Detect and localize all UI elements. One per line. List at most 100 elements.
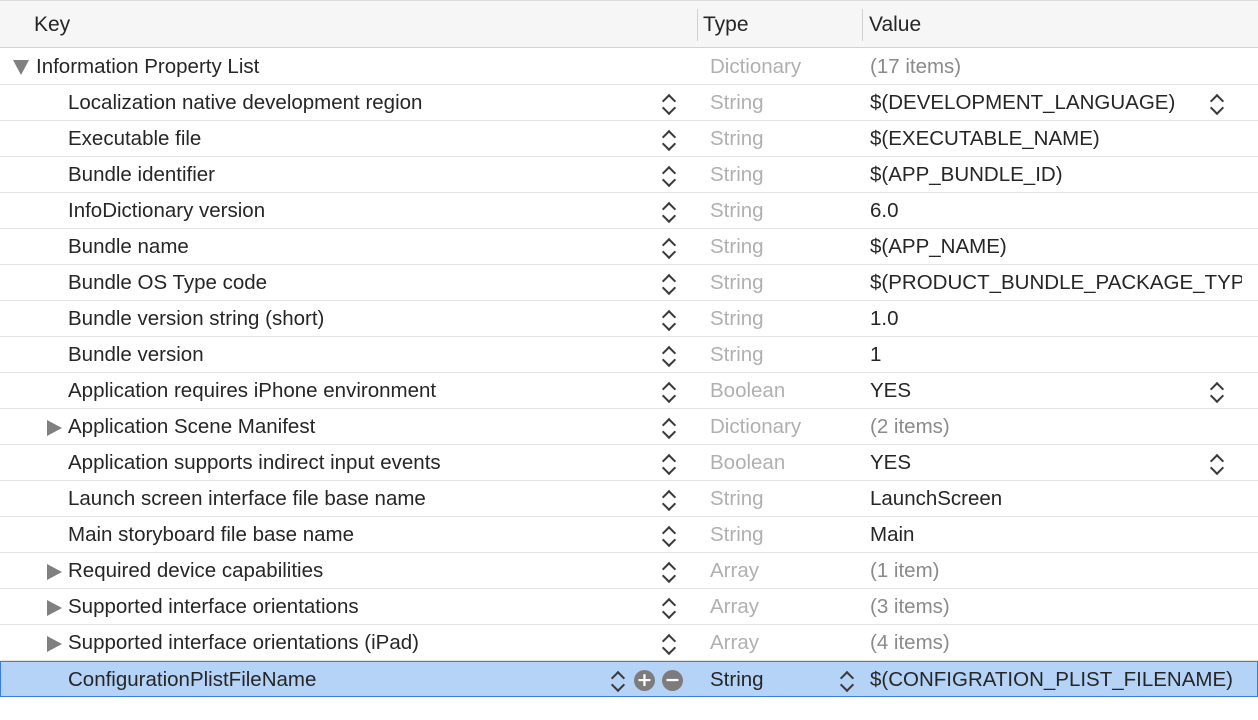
key-stepper-icon[interactable] <box>662 596 676 620</box>
key-stepper-icon[interactable] <box>662 200 676 224</box>
value-stepper-icon[interactable] <box>1210 452 1224 476</box>
row-value[interactable]: Main <box>870 517 1242 552</box>
key-stepper-icon[interactable] <box>662 380 676 404</box>
table-row[interactable]: InfoDictionary version String 6.0 <box>0 193 1258 229</box>
row-key: Supported interface orientations <box>68 595 359 618</box>
row-value: (4 items) <box>870 631 950 654</box>
row-type: String <box>710 271 764 294</box>
row-type: String <box>710 307 764 330</box>
table-row[interactable]: Supported interface orientations (iPad) … <box>0 625 1258 661</box>
header-type[interactable]: Type <box>703 1 749 48</box>
row-value[interactable]: $(APP_NAME) <box>870 229 1242 264</box>
disclosure-closed-icon[interactable] <box>47 564 62 580</box>
row-value[interactable]: $(PRODUCT_BUNDLE_PACKAGE_TYPE) <box>870 265 1242 300</box>
row-key: Main storyboard file base name <box>68 523 355 546</box>
row-value[interactable]: $(DEVELOPMENT_LANGUAGE) <box>870 85 1200 120</box>
table-row-selected[interactable]: ConfigurationPlistFileName + − String $(… <box>0 661 1258 697</box>
table-row[interactable]: Supported interface orientations Array (… <box>0 589 1258 625</box>
row-value: (17 items) <box>870 55 962 78</box>
key-stepper-icon[interactable] <box>662 524 676 548</box>
row-value[interactable]: $(EXECUTABLE_NAME) <box>870 121 1242 156</box>
key-stepper-icon[interactable] <box>662 236 676 260</box>
key-stepper-icon[interactable] <box>662 452 676 476</box>
row-key: Supported interface orientations (iPad) <box>68 631 419 654</box>
table-row[interactable]: Required device capabilities Array (1 it… <box>0 553 1258 589</box>
row-type: String <box>710 343 764 366</box>
table-row-root[interactable]: Information Property List Dictionary (17… <box>0 49 1258 85</box>
row-type: String <box>710 523 764 546</box>
key-stepper-icon[interactable] <box>662 272 676 296</box>
row-value: (3 items) <box>870 595 950 618</box>
row-value[interactable]: 6.0 <box>870 193 1242 228</box>
row-key: Bundle version string (short) <box>68 307 325 330</box>
row-key: Localization native development region <box>68 91 423 114</box>
column-header: Key Type Value <box>0 0 1258 48</box>
row-key: Application supports indirect input even… <box>68 451 441 474</box>
row-value[interactable]: $(CONFIGRATION_PLIST_FILENAME) <box>870 662 1244 697</box>
plist-rows: Information Property List Dictionary (17… <box>0 49 1258 697</box>
type-stepper-icon[interactable] <box>840 669 854 693</box>
row-key[interactable]: ConfigurationPlistFileName <box>68 662 316 697</box>
key-stepper-icon[interactable] <box>662 416 676 440</box>
table-row[interactable]: Application requires iPhone environment … <box>0 373 1258 409</box>
key-stepper-icon[interactable] <box>611 669 625 693</box>
key-stepper-icon[interactable] <box>662 488 676 512</box>
remove-row-button[interactable]: − <box>662 670 683 691</box>
row-value[interactable]: LaunchScreen <box>870 481 1242 516</box>
key-stepper-icon[interactable] <box>662 164 676 188</box>
row-value[interactable]: 1.0 <box>870 301 1242 336</box>
disclosure-closed-icon[interactable] <box>47 636 62 652</box>
row-type: String <box>710 91 764 114</box>
row-value[interactable]: $(APP_BUNDLE_ID) <box>870 157 1242 192</box>
row-type: Array <box>710 631 759 654</box>
column-divider[interactable] <box>862 9 863 41</box>
row-type: String <box>710 163 764 186</box>
key-stepper-icon[interactable] <box>662 92 676 116</box>
row-type: Boolean <box>710 379 786 402</box>
key-stepper-icon[interactable] <box>662 128 676 152</box>
value-stepper-icon[interactable] <box>1210 380 1224 404</box>
table-row[interactable]: Application Scene Manifest Dictionary (2… <box>0 409 1258 445</box>
row-type: Dictionary <box>710 55 802 78</box>
key-stepper-icon[interactable] <box>662 632 676 656</box>
table-row[interactable]: Bundle OS Type code String $(PRODUCT_BUN… <box>0 265 1258 301</box>
row-key: Bundle version <box>68 343 204 366</box>
row-type: Array <box>710 595 759 618</box>
row-type: Array <box>710 559 759 582</box>
header-key[interactable]: Key <box>34 1 70 48</box>
disclosure-closed-icon[interactable] <box>47 420 62 436</box>
table-row[interactable]: Localization native development region S… <box>0 85 1258 121</box>
column-divider[interactable] <box>697 9 698 41</box>
row-key: Launch screen interface file base name <box>68 487 426 510</box>
row-type[interactable]: String <box>710 662 764 697</box>
table-row[interactable]: Bundle version string (short) String 1.0 <box>0 301 1258 337</box>
row-value[interactable]: 1 <box>870 337 1242 372</box>
table-row[interactable]: Bundle name String $(APP_NAME) <box>0 229 1258 265</box>
key-stepper-icon[interactable] <box>662 344 676 368</box>
key-stepper-icon[interactable] <box>662 308 676 332</box>
row-value[interactable]: YES <box>870 373 1242 408</box>
add-row-button[interactable]: + <box>634 670 655 691</box>
row-key: Information Property List <box>36 55 260 78</box>
disclosure-open-icon[interactable] <box>13 60 29 75</box>
disclosure-closed-icon[interactable] <box>47 600 62 616</box>
key-stepper-icon[interactable] <box>662 560 676 584</box>
row-key: Executable file <box>68 127 202 150</box>
table-row[interactable]: Bundle identifier String $(APP_BUNDLE_ID… <box>0 157 1258 193</box>
row-type: Boolean <box>710 451 786 474</box>
value-stepper-icon[interactable] <box>1210 92 1224 116</box>
row-key: Bundle identifier <box>68 163 216 186</box>
row-key: Bundle name <box>68 235 189 258</box>
row-value[interactable]: YES <box>870 445 1242 480</box>
row-key: Application requires iPhone environment <box>68 379 437 402</box>
table-row[interactable]: Executable file String $(EXECUTABLE_NAME… <box>0 121 1258 157</box>
row-value: (1 item) <box>870 559 940 582</box>
table-row[interactable]: Bundle version String 1 <box>0 337 1258 373</box>
row-value: (2 items) <box>870 415 950 438</box>
table-row[interactable]: Main storyboard file base name String Ma… <box>0 517 1258 553</box>
row-type: String <box>710 235 764 258</box>
table-row[interactable]: Application supports indirect input even… <box>0 445 1258 481</box>
row-type: String <box>710 487 764 510</box>
table-row[interactable]: Launch screen interface file base name S… <box>0 481 1258 517</box>
header-value[interactable]: Value <box>869 1 921 48</box>
